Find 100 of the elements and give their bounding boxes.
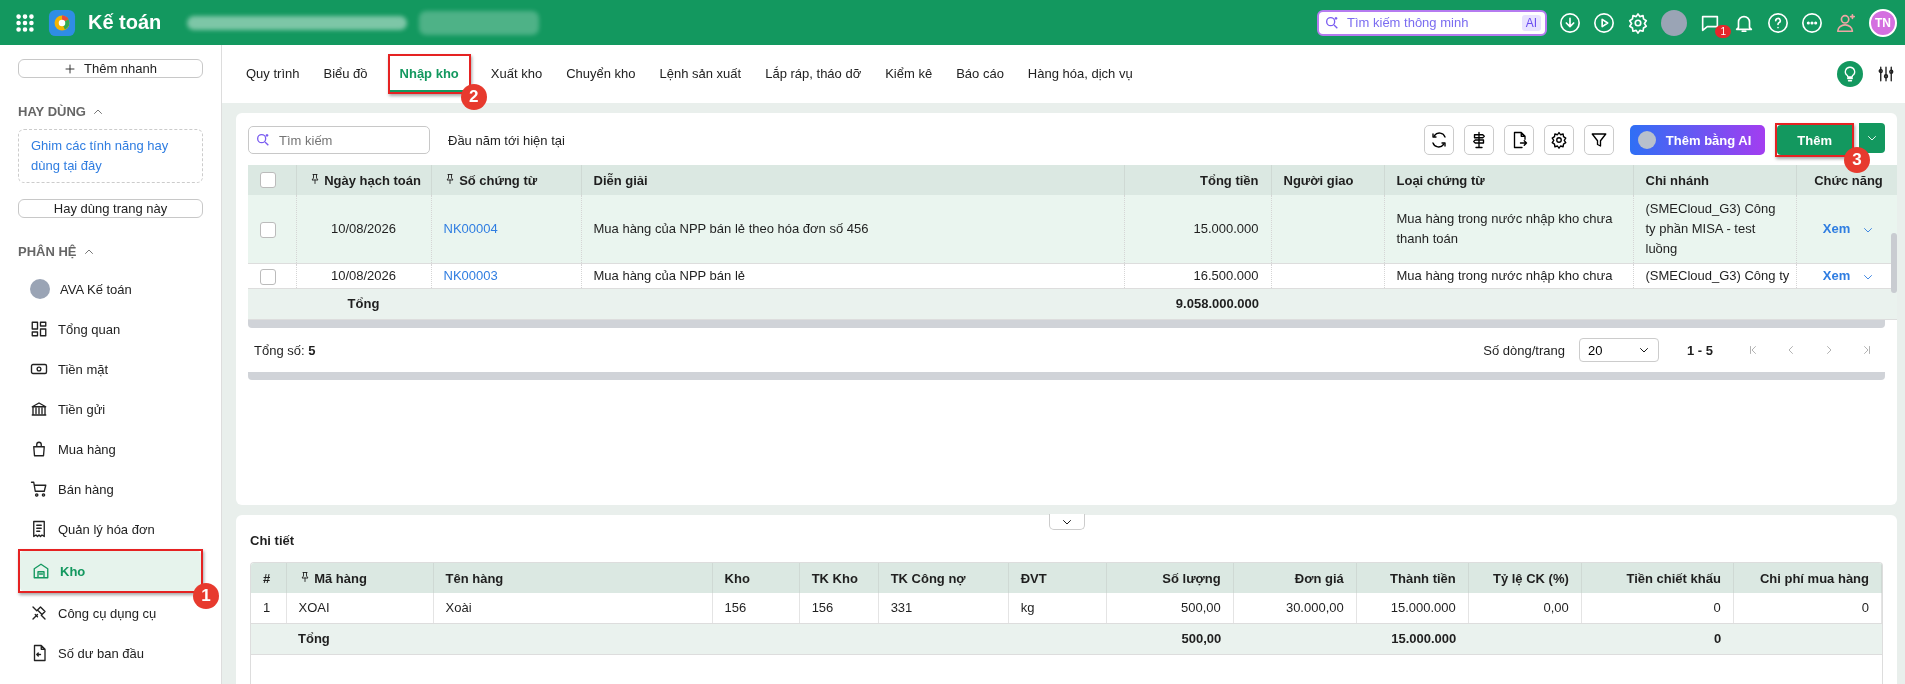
column-header[interactable]: ĐVT xyxy=(1008,563,1107,593)
quick-add-button[interactable]: Thêm nhanh xyxy=(18,59,203,78)
tab[interactable]: Lắp ráp, tháo dỡ xyxy=(755,56,872,92)
table-cell: 15.000.000 xyxy=(1356,593,1469,624)
column-header[interactable]: Tổng tiền xyxy=(1124,165,1271,195)
tab[interactable]: Chuyển kho xyxy=(556,56,646,92)
notification-badge: 1 xyxy=(1715,24,1731,38)
column-header[interactable]: Chi nhánh xyxy=(1633,165,1796,195)
tab[interactable]: Quy trình xyxy=(236,56,310,92)
rows-per-page-select[interactable]: 20 xyxy=(1579,338,1659,362)
table-cell: Mua hàng trong nước nhập kho chưa xyxy=(1384,263,1633,289)
settings-icon xyxy=(1549,131,1568,149)
tab[interactable]: Hàng hóa, dịch vụ xyxy=(1017,56,1143,92)
receipt-icon xyxy=(30,520,48,538)
total-amount: 9.058.000.000 xyxy=(1124,289,1271,320)
column-header[interactable]: Tên hàng xyxy=(433,563,713,593)
collapse-toggle[interactable] xyxy=(1048,514,1085,530)
add-button[interactable]: Thêm xyxy=(1777,125,1852,155)
play-icon[interactable] xyxy=(1593,11,1615,34)
user-add-icon[interactable] xyxy=(1835,11,1857,34)
download-icon[interactable] xyxy=(1559,11,1581,34)
customize-icon[interactable] xyxy=(1877,65,1895,83)
checkbox[interactable] xyxy=(260,268,276,285)
column-header[interactable]: Tỷ lệ CK (%) xyxy=(1468,563,1582,593)
refresh-button[interactable] xyxy=(1423,125,1454,155)
tools-icon xyxy=(30,604,48,622)
column-header[interactable]: Diễn giải xyxy=(581,165,1124,195)
avatar-placeholder xyxy=(1637,131,1656,149)
signpost-button[interactable] xyxy=(1463,125,1494,155)
section-header[interactable]: HAY DÙNG xyxy=(18,104,203,119)
sidebar-item[interactable]: AVA Kế toán xyxy=(18,269,203,309)
view-link[interactable]: Xem xyxy=(1822,221,1851,236)
favorite-page-button[interactable]: Hay dùng trang này xyxy=(18,199,203,218)
table-cell: Mua hàng của NPP bán lẻ theo hóa đơn số 456 xyxy=(581,195,1124,264)
table-cell: 15.000.000 xyxy=(1124,195,1271,264)
apps-menu-icon[interactable] xyxy=(14,11,36,34)
more-icon[interactable] xyxy=(1801,11,1823,34)
total-value: 0 xyxy=(1581,623,1734,655)
column-header[interactable]: Số lượng xyxy=(1106,563,1234,593)
column-header[interactable]: Kho xyxy=(712,563,800,593)
table-cell: 156 xyxy=(712,593,800,624)
tab[interactable]: Báo cáo xyxy=(946,56,1014,92)
filter-icon xyxy=(1589,131,1608,149)
cart-icon xyxy=(30,480,48,498)
column-header[interactable]: Đơn giá xyxy=(1233,563,1357,593)
sidebar-item[interactable]: Mua hàng xyxy=(18,429,203,469)
last-page-icon[interactable] xyxy=(1861,344,1873,356)
bank-icon xyxy=(30,400,48,418)
column-header[interactable]: Chi phí mua hàng xyxy=(1733,563,1882,593)
tab[interactable]: Kiểm kê xyxy=(875,56,943,92)
table-cell: 1 xyxy=(251,593,286,624)
checkbox[interactable] xyxy=(260,172,276,189)
add-with-ai-button[interactable]: Thêm bằng AI xyxy=(1629,125,1766,155)
tab[interactable]: Biểu đồ xyxy=(313,56,378,92)
section-header[interactable]: PHÂN HỆ xyxy=(18,244,203,259)
export-button[interactable] xyxy=(1503,125,1534,155)
callout-badge: 2 xyxy=(460,84,487,110)
search-icon xyxy=(1324,14,1340,31)
sidebar-item[interactable]: Tổng quan xyxy=(18,309,203,349)
column-header[interactable]: TK Kho xyxy=(799,563,879,593)
help-icon[interactable] xyxy=(1767,11,1789,34)
column-header[interactable]: Ngày hạch toán xyxy=(296,165,431,195)
sidebar-item[interactable]: Số dư ban đầu xyxy=(18,633,203,673)
search-field[interactable]: Tìm kiếm xyxy=(248,126,430,154)
section-title: Chi tiết xyxy=(250,533,296,548)
checkbox[interactable] xyxy=(260,221,276,238)
rows-per-page-label: Số dòng/trang xyxy=(1483,342,1565,358)
column-header[interactable]: Thành tiền xyxy=(1356,563,1469,593)
avatar-placeholder xyxy=(30,279,50,299)
column-header[interactable]: Mã hàng xyxy=(286,563,434,593)
column-header[interactable]: Loại chứng từ xyxy=(1384,165,1633,195)
table-cell: (SMECloud_G3) Công ty phần MISA - test luồng xyxy=(1633,195,1796,264)
column-header[interactable]: Chức năng xyxy=(1796,165,1897,195)
total-value: 500,00 xyxy=(1106,623,1234,655)
tips-button[interactable] xyxy=(1837,61,1863,87)
total-count: Tổng số: 5 xyxy=(254,342,316,358)
column-header[interactable]: Tiền chiết khấu xyxy=(1581,563,1734,593)
table-cell: XOAI xyxy=(286,593,434,624)
scrollbar-thumb[interactable] xyxy=(1891,233,1897,293)
selected-row-highlight[interactable]: 10/08/2026 NK00004 Mua hàng của NPP bán lẻ theo hóa đơn số 456 15.000.000 Mua hàng trong nước nhập kho chưa thanh toán (SMECloud_G3) Công ty phần MISA - test luồng Xem xyxy=(248,195,1897,264)
sidebar-item[interactable]: Quản lý hóa đơn xyxy=(18,509,203,549)
sidebar-item[interactable]: Bán hàng xyxy=(18,469,203,509)
column-header[interactable]: Người giao xyxy=(1271,165,1384,195)
period-filter[interactable]: Đầu năm tới hiện tại xyxy=(448,132,565,148)
first-page-icon[interactable] xyxy=(1747,344,1759,356)
sidebar-item[interactable]: Tiền mặt xyxy=(18,349,203,389)
settings-icon[interactable] xyxy=(1627,11,1649,34)
sidebar-item[interactable]: Tiền gửi xyxy=(18,389,203,429)
column-header[interactable]: # xyxy=(251,563,286,593)
voucher-link[interactable]: NK00003 xyxy=(443,268,498,283)
table-cell: 331 xyxy=(878,593,1009,624)
settings-button[interactable] xyxy=(1543,125,1574,155)
search-icon xyxy=(255,132,271,148)
view-link[interactable]: Xem xyxy=(1822,268,1851,283)
table-cell: 0 xyxy=(1581,593,1734,624)
voucher-link[interactable]: NK00004 xyxy=(443,221,498,236)
column-header[interactable]: TK Công nợ xyxy=(878,563,1009,593)
tab[interactable]: Lệnh sản xuất xyxy=(649,56,752,92)
filter-button[interactable] xyxy=(1583,125,1614,155)
column-header[interactable]: Số chứng từ xyxy=(431,165,581,195)
